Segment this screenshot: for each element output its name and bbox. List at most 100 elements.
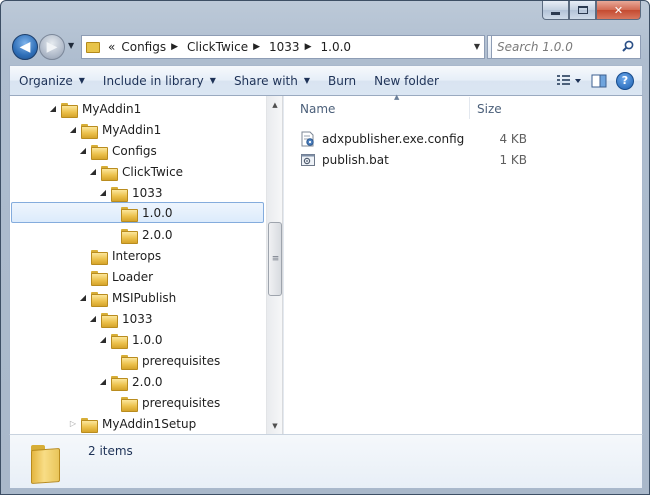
tree-item-label: Interops bbox=[112, 248, 162, 263]
expanded-arrow-icon[interactable]: ◢ bbox=[78, 146, 88, 155]
folder-icon bbox=[29, 441, 69, 481]
chevron-down-icon: ▼ bbox=[303, 76, 310, 85]
organize-button[interactable]: Organize ▼ bbox=[10, 69, 94, 92]
tree-item-selected[interactable]: 1.0.0 bbox=[11, 202, 264, 223]
minimize-icon bbox=[551, 11, 560, 15]
share-with-button[interactable]: Share with ▼ bbox=[225, 69, 319, 92]
breadcrumb-clicktwice[interactable]: ClickTwice bbox=[184, 36, 251, 58]
change-view-button[interactable] bbox=[556, 69, 582, 92]
back-button[interactable]: ◀ bbox=[12, 34, 38, 60]
file-name: publish.bat bbox=[322, 152, 389, 167]
chevron-right-icon[interactable]: ▶ bbox=[303, 42, 318, 52]
column-header-size[interactable]: Size bbox=[476, 96, 642, 121]
tree-item-label: Configs bbox=[112, 143, 157, 158]
tree-item[interactable]: ◢ ClickTwice bbox=[11, 161, 264, 182]
expanded-arrow-icon[interactable]: ◢ bbox=[88, 167, 98, 176]
column-header-name[interactable]: Name ▲ bbox=[300, 93, 468, 121]
minimize-button[interactable] bbox=[542, 1, 569, 20]
folder-icon bbox=[81, 417, 98, 433]
tree-item[interactable]: prerequisites bbox=[11, 350, 264, 371]
folder-icon bbox=[101, 312, 118, 328]
tree-item[interactable]: prerequisites bbox=[11, 392, 264, 413]
file-row[interactable]: publish.bat 1 KB bbox=[300, 149, 560, 170]
expanded-arrow-icon[interactable]: ◢ bbox=[68, 125, 78, 134]
file-size: 4 KB bbox=[499, 131, 527, 146]
tree-item[interactable]: ◢ 2.0.0 bbox=[11, 371, 264, 392]
tree-item[interactable]: ◢ 1033 bbox=[11, 182, 264, 203]
search-box[interactable] bbox=[491, 35, 641, 59]
file-row[interactable]: adxpublisher.exe.config 4 KB bbox=[300, 128, 560, 149]
folder-icon bbox=[91, 144, 108, 160]
close-button[interactable]: ✕ bbox=[596, 1, 641, 20]
arrow-left-icon: ◀ bbox=[19, 39, 31, 55]
preview-pane-icon bbox=[591, 74, 607, 87]
file-list[interactable]: Name ▲ Size adxpublisher.exe.config 4 KB… bbox=[284, 93, 642, 434]
organize-label: Organize bbox=[19, 73, 73, 88]
folder-icon bbox=[111, 333, 128, 349]
include-in-library-button[interactable]: Include in library ▼ bbox=[94, 69, 225, 92]
tree-item[interactable]: ◢ Configs bbox=[11, 140, 264, 161]
breadcrumb-1033[interactable]: 1033 bbox=[266, 36, 303, 58]
tree-item-label: MyAddin1Setup bbox=[102, 416, 197, 431]
scroll-up-arrow[interactable]: ▲ bbox=[267, 96, 283, 113]
address-overflow[interactable]: « bbox=[105, 36, 118, 58]
address-bar[interactable]: « Configs ▶ ClickTwice ▶ 1033 ▶ 1.0.0 ▼ bbox=[81, 35, 485, 59]
folder-icon bbox=[101, 165, 118, 181]
tree-item-label: MyAddin1 bbox=[102, 122, 162, 137]
batch-file-icon bbox=[301, 153, 315, 166]
chevron-down-icon[interactable]: ▼ bbox=[474, 42, 480, 51]
expanded-arrow-icon[interactable]: ◢ bbox=[98, 188, 108, 197]
search-input[interactable] bbox=[497, 40, 615, 54]
tree-item[interactable]: ◢ 1.0.0 bbox=[11, 329, 264, 350]
expanded-arrow-icon[interactable]: ◢ bbox=[98, 377, 108, 386]
details-view-icon bbox=[557, 74, 581, 85]
tree-item-label: 1033 bbox=[122, 311, 153, 326]
tree-item[interactable]: ▷ MyAddin1Setup bbox=[11, 413, 264, 434]
new-folder-button[interactable]: New folder bbox=[365, 69, 448, 92]
tree-item[interactable]: 2.0.0 bbox=[11, 224, 264, 245]
explorer-window: ✕ ◀ ▶ ▼ « Configs ▶ ClickTwice ▶ 1033 ▶ … bbox=[0, 0, 650, 495]
tree-item[interactable]: Loader bbox=[11, 266, 264, 287]
recent-pages-dropdown[interactable]: ▼ bbox=[68, 41, 74, 50]
navigation-scrollbar[interactable]: ▲ ≡ ▼ bbox=[266, 96, 283, 434]
forward-button[interactable]: ▶ bbox=[39, 34, 65, 60]
tree-item-label: 2.0.0 bbox=[142, 227, 173, 242]
config-file-icon bbox=[301, 131, 314, 146]
tree-item-label: prerequisites bbox=[142, 353, 221, 368]
collapsed-arrow-icon[interactable]: ▷ bbox=[68, 419, 78, 428]
scroll-down-arrow[interactable]: ▼ bbox=[267, 417, 283, 434]
breadcrumb-1-0-0[interactable]: 1.0.0 bbox=[318, 36, 355, 58]
caption-buttons: ✕ bbox=[542, 1, 641, 21]
folder-icon bbox=[81, 123, 98, 139]
column-size-label: Size bbox=[477, 101, 502, 116]
folder-icon bbox=[121, 354, 138, 370]
tree-item[interactable]: Interops bbox=[11, 245, 264, 266]
expanded-arrow-icon[interactable]: ◢ bbox=[78, 293, 88, 302]
expanded-arrow-icon[interactable]: ◢ bbox=[88, 314, 98, 323]
maximize-icon bbox=[577, 6, 588, 14]
tree-item-label: 2.0.0 bbox=[132, 374, 163, 389]
navigation-pane[interactable]: ◢ MyAddin1 ◢ MyAddin1 ◢ Configs ◢ ClickT… bbox=[10, 96, 266, 434]
help-icon[interactable]: ? bbox=[616, 71, 634, 90]
share-label: Share with bbox=[233, 73, 298, 88]
arrow-right-icon: ▶ bbox=[46, 39, 58, 55]
chevron-right-icon[interactable]: ▶ bbox=[251, 42, 266, 52]
expanded-arrow-icon[interactable]: ◢ bbox=[98, 335, 108, 344]
chevron-right-icon[interactable]: ▶ bbox=[169, 42, 184, 52]
search-icon[interactable] bbox=[622, 40, 634, 52]
tree-item[interactable]: ◢ MyAddin1 bbox=[11, 119, 264, 140]
burn-button[interactable]: Burn bbox=[319, 69, 365, 92]
include-label: Include in library bbox=[102, 73, 204, 88]
maximize-button[interactable] bbox=[569, 1, 596, 20]
tree-item[interactable]: ◢ 1033 bbox=[11, 308, 264, 329]
tree-item-label: MyAddin1 bbox=[82, 101, 142, 116]
tree-item-label: 1.0.0 bbox=[142, 205, 173, 220]
scroll-thumb[interactable]: ≡ bbox=[268, 222, 282, 296]
column-separator[interactable] bbox=[469, 97, 470, 119]
breadcrumb-configs[interactable]: Configs bbox=[118, 36, 169, 58]
preview-pane-button[interactable] bbox=[586, 69, 612, 92]
tree-item[interactable]: ◢ MyAddin1 bbox=[11, 98, 264, 119]
expanded-arrow-icon[interactable]: ◢ bbox=[48, 104, 58, 113]
tree-item[interactable]: ◢ MSIPublish bbox=[11, 287, 264, 308]
file-size: 1 KB bbox=[499, 152, 527, 167]
